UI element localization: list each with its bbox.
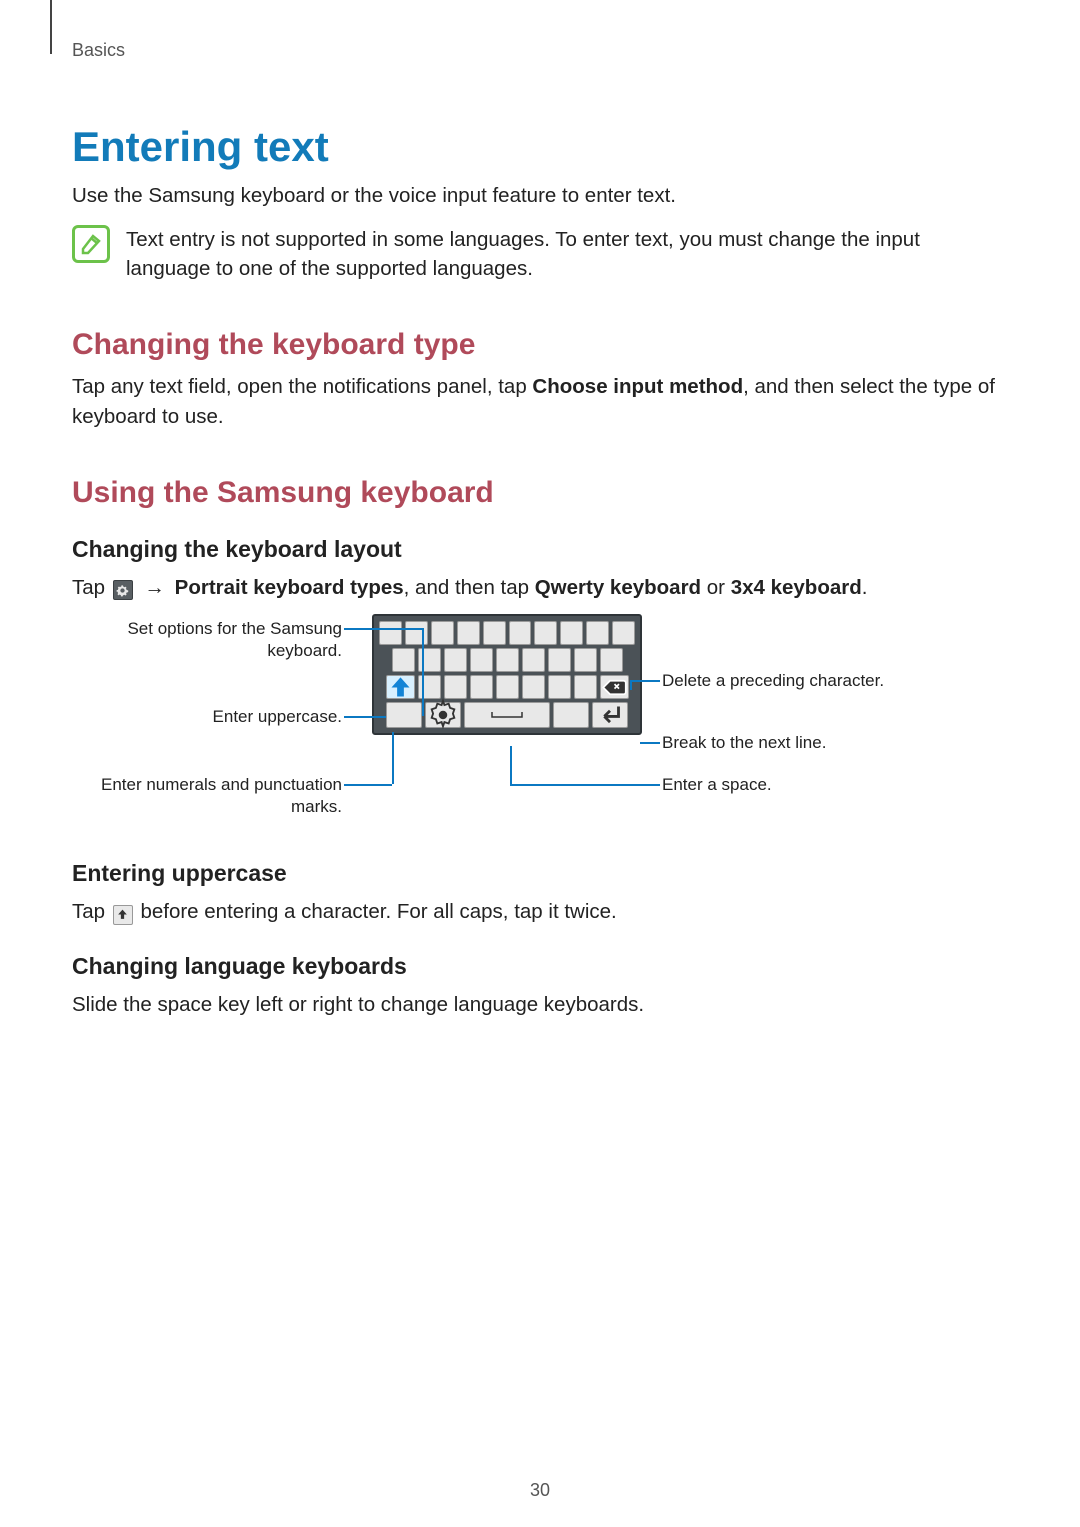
settings-key (425, 702, 461, 728)
shift-icon (113, 905, 133, 925)
lead-line (640, 742, 660, 744)
s1-pre: Tap any text field, open the notificatio… (72, 375, 532, 398)
callout-delete: Delete a preceding character. (662, 670, 982, 691)
key (522, 675, 545, 699)
page-number: 30 (0, 1480, 1080, 1501)
lead-line (422, 628, 424, 716)
key (574, 648, 597, 672)
section-using-samsung-keyboard: Using the Samsung keyboard (72, 476, 1008, 510)
callout-space: Enter a space. (662, 774, 982, 795)
key (470, 648, 493, 672)
intro-text: Use the Samsung keyboard or the voice in… (72, 181, 1008, 211)
sub1-or: or (701, 576, 731, 599)
key (418, 648, 441, 672)
sub1-bold1: Portrait keyboard types (175, 576, 404, 599)
sub1-body: Tap → Portrait keyboard types, and then … (72, 573, 1008, 603)
lead-line (392, 732, 394, 784)
sub1-bold2: Qwerty keyboard (535, 576, 701, 599)
key (600, 648, 623, 672)
lead-line (344, 784, 392, 786)
key (470, 675, 493, 699)
page-title: Entering text (72, 123, 1008, 171)
backspace-key (600, 675, 629, 699)
lead-line (510, 784, 660, 786)
key (444, 648, 467, 672)
note-icon (72, 225, 110, 263)
key (457, 621, 480, 645)
enter-key (592, 702, 628, 728)
sub2-post: before entering a character. For all cap… (135, 900, 617, 923)
sub1-bold3: 3x4 keyboard (731, 576, 862, 599)
dot-key (553, 702, 589, 728)
side-rule (50, 0, 52, 54)
s1-bold: Choose input method (532, 375, 743, 398)
key (560, 621, 583, 645)
key-row (379, 621, 635, 645)
callout-uppercase: Enter uppercase. (72, 706, 342, 727)
key (418, 675, 441, 699)
sym-key (386, 702, 422, 728)
keyboard-diagram: Set options for the Samsung keyboard. En… (72, 614, 1008, 834)
key (444, 675, 467, 699)
sub1-post: . (862, 576, 868, 599)
key (496, 675, 519, 699)
sub-entering-uppercase: Entering uppercase (72, 860, 1008, 887)
sub3-body: Slide the space key left or right to cha… (72, 990, 1008, 1020)
sub1-mid: , and then tap (404, 576, 535, 599)
key (522, 648, 545, 672)
note-block: Text entry is not supported in some lang… (72, 225, 1008, 284)
key (509, 621, 532, 645)
key (586, 621, 609, 645)
note-text: Text entry is not supported in some lang… (126, 225, 1008, 284)
sub1-pre: Tap (72, 576, 111, 599)
key (431, 621, 454, 645)
callout-settings: Set options for the Samsung keyboard. (72, 618, 342, 661)
space-key (464, 702, 550, 728)
lead-line (630, 680, 632, 690)
key (612, 621, 635, 645)
lead-line (344, 716, 386, 718)
key (379, 621, 402, 645)
section-changing-keyboard-type: Changing the keyboard type (72, 328, 1008, 362)
callout-numpunct: Enter numerals and punctuation marks. (72, 774, 342, 817)
key (574, 675, 597, 699)
key (534, 621, 557, 645)
key (483, 621, 506, 645)
section1-body: Tap any text field, open the notificatio… (72, 372, 1008, 431)
sub2-body: Tap before entering a character. For all… (72, 897, 1008, 927)
callout-newline: Break to the next line. (662, 732, 982, 753)
key (548, 648, 571, 672)
key-row (379, 648, 635, 672)
key (496, 648, 519, 672)
sub-changing-keyboard-layout: Changing the keyboard layout (72, 536, 1008, 563)
key (392, 648, 415, 672)
key (548, 675, 571, 699)
shift-key (386, 675, 415, 699)
sub2-pre: Tap (72, 900, 111, 923)
sub-changing-language-keyboards: Changing language keyboards (72, 953, 1008, 980)
lead-line (630, 680, 660, 682)
lead-line (344, 628, 422, 630)
arrow-icon: → (144, 576, 165, 599)
gear-icon (113, 580, 133, 600)
lead-line (510, 746, 512, 784)
key (405, 621, 428, 645)
breadcrumb: Basics (72, 40, 1008, 61)
key-row (379, 675, 635, 699)
keyboard-graphic (372, 614, 642, 735)
key-row (379, 702, 635, 728)
